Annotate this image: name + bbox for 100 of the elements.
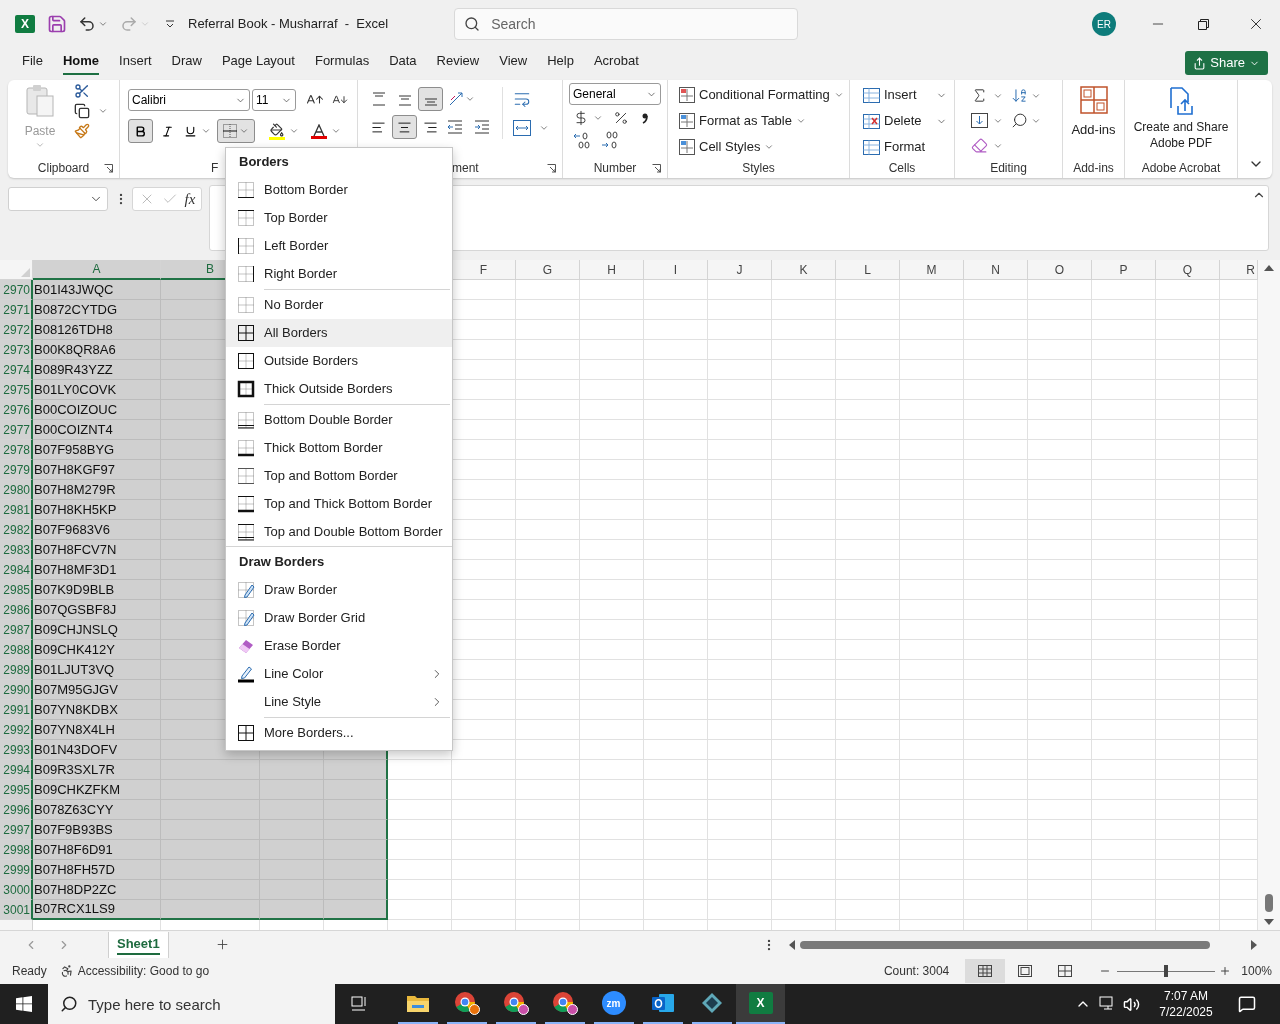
find-icon[interactable] <box>1011 112 1028 129</box>
accessibility-icon[interactable] <box>59 964 74 978</box>
styles-menu-button[interactable]: Format as Table <box>679 110 849 132</box>
styles-menu-button[interactable]: Conditional Formatting <box>679 84 849 106</box>
customize-toolbar-icon[interactable] <box>165 19 175 29</box>
row-header[interactable]: 3001 <box>0 900 33 920</box>
cells-menu-button[interactable]: Insert <box>863 84 954 106</box>
sheet-tab[interactable]: Sheet1 <box>108 931 169 958</box>
row-header[interactable]: 2971 <box>0 300 33 320</box>
menu-item[interactable]: More Borders... <box>226 719 452 747</box>
chevron-down-icon[interactable] <box>465 94 475 104</box>
menu-item[interactable]: Thick Outside Borders <box>226 375 452 403</box>
menu-item[interactable]: Top Border <box>226 204 452 232</box>
row-header[interactable]: 2990 <box>0 680 33 700</box>
chevron-down-icon[interactable] <box>764 142 775 152</box>
row-header[interactable]: 2998 <box>0 840 33 860</box>
chevron-down-icon[interactable] <box>539 123 549 133</box>
row-header[interactable]: 2994 <box>0 760 33 780</box>
zoom-slider-thumb[interactable] <box>1164 965 1169 977</box>
fill-color-icon[interactable] <box>270 122 284 137</box>
font-size-field[interactable]: 11 <box>252 89 296 111</box>
menu-item[interactable]: Top and Bottom Border <box>226 462 452 490</box>
row-header[interactable]: 2972 <box>0 320 33 340</box>
start-icon[interactable] <box>16 996 32 1012</box>
number-format-field[interactable]: General <box>569 83 661 105</box>
taskbar-search-field[interactable]: Type here to search <box>48 984 335 1024</box>
row-header[interactable]: 2985 <box>0 580 33 600</box>
row-header[interactable]: 2997 <box>0 820 33 840</box>
ribbon-tab[interactable]: Review <box>427 49 489 77</box>
vertical-scrollbar[interactable] <box>1258 260 1280 930</box>
ribbon-tab[interactable]: File <box>13 49 52 77</box>
row-header[interactable]: 2973 <box>0 340 33 360</box>
cut-icon[interactable] <box>74 83 90 99</box>
task-view-icon[interactable] <box>351 996 369 1012</box>
decrease-decimal-icon[interactable] <box>601 131 619 149</box>
notifications-icon[interactable] <box>1238 995 1256 1013</box>
currency-icon[interactable] <box>573 110 589 126</box>
taskbar-app-button[interactable]: X <box>736 984 785 1024</box>
user-avatar[interactable]: ER <box>1092 12 1116 36</box>
menu-item[interactable]: Erase Border <box>226 632 452 660</box>
ribbon-tab[interactable]: Help <box>538 49 583 77</box>
dialog-launcher-icon[interactable] <box>104 164 113 173</box>
menu-item[interactable]: Left Border <box>226 232 452 260</box>
insert-function-button[interactable]: fx <box>184 187 196 211</box>
zoom-level[interactable]: 100% <box>1241 962 1272 980</box>
chevron-down-icon[interactable] <box>795 116 806 126</box>
fill-down-icon[interactable] <box>971 113 988 128</box>
menu-item[interactable]: Line Color <box>226 660 452 688</box>
create-pdf-button[interactable]: Create and Share Adobe PDF <box>1125 80 1237 151</box>
undo-icon[interactable] <box>78 15 96 33</box>
ribbon-tab[interactable]: Page Layout <box>212 49 304 77</box>
ribbon-tab[interactable]: Draw <box>162 49 211 77</box>
copy-icon[interactable] <box>74 103 90 119</box>
row-header[interactable]: 2978 <box>0 440 33 460</box>
ribbon-tab[interactable]: Acrobat <box>584 49 648 77</box>
ribbon-tab[interactable]: Formulas <box>305 49 379 77</box>
row-header[interactable]: 2987 <box>0 620 33 640</box>
chevron-down-icon[interactable] <box>98 19 108 29</box>
row-header[interactable]: 2974 <box>0 360 33 380</box>
row-header[interactable]: 2991 <box>0 700 33 720</box>
scrollbar-thumb[interactable] <box>799 940 1210 949</box>
row-header[interactable]: 2999 <box>0 860 33 880</box>
save-icon[interactable] <box>47 14 67 34</box>
scroll-right-icon[interactable] <box>1249 939 1258 950</box>
menu-item[interactable]: All Borders <box>226 319 452 347</box>
volume-icon[interactable] <box>1123 995 1140 1013</box>
share-button[interactable]: Share <box>1185 51 1268 75</box>
accessibility-status[interactable]: Accessibility: Good to go <box>77 962 210 980</box>
row-header[interactable]: 2996 <box>0 800 33 820</box>
increase-indent-icon[interactable] <box>474 120 490 134</box>
row-header[interactable]: 2976 <box>0 400 33 420</box>
row-header[interactable]: 2980 <box>0 480 33 500</box>
menu-item[interactable]: Top and Thick Bottom Border <box>226 490 452 518</box>
comma-style-icon[interactable] <box>641 111 649 125</box>
row-header[interactable]: 3000 <box>0 880 33 900</box>
increase-decimal-icon[interactable] <box>573 131 591 149</box>
chevron-down-icon[interactable] <box>201 126 211 136</box>
menu-item[interactable]: Bottom Border <box>226 176 452 204</box>
cells-menu-button[interactable]: Delete <box>863 110 954 132</box>
add-ins-button[interactable]: Add-ins <box>1063 80 1124 140</box>
styles-menu-button[interactable]: Cell Styles <box>679 136 849 158</box>
scroll-down-icon[interactable] <box>1264 918 1274 926</box>
clear-icon[interactable] <box>971 137 988 154</box>
menu-item[interactable]: Bottom Double Border <box>226 406 452 434</box>
percent-icon[interactable] <box>613 110 629 126</box>
font-color-icon[interactable] <box>313 123 325 136</box>
dialog-launcher-icon[interactable] <box>652 164 661 173</box>
row-header[interactable]: 2986 <box>0 600 33 620</box>
row-header[interactable]: 2983 <box>0 540 33 560</box>
menu-item[interactable]: No Border <box>226 291 452 319</box>
chevron-down-icon[interactable] <box>331 126 341 136</box>
menu-item[interactable]: Draw Border <box>226 576 452 604</box>
row-header[interactable]: 2970 <box>0 280 33 300</box>
vertical-align-button[interactable] <box>418 87 443 111</box>
scroll-left-icon[interactable] <box>787 939 796 950</box>
ribbon-tab[interactable]: View <box>490 49 537 77</box>
row-header[interactable]: 2988 <box>0 640 33 660</box>
horizontal-align-button[interactable] <box>392 115 417 139</box>
merge-cells-icon[interactable] <box>513 120 531 136</box>
ribbon-tab[interactable]: Home <box>53 49 109 77</box>
